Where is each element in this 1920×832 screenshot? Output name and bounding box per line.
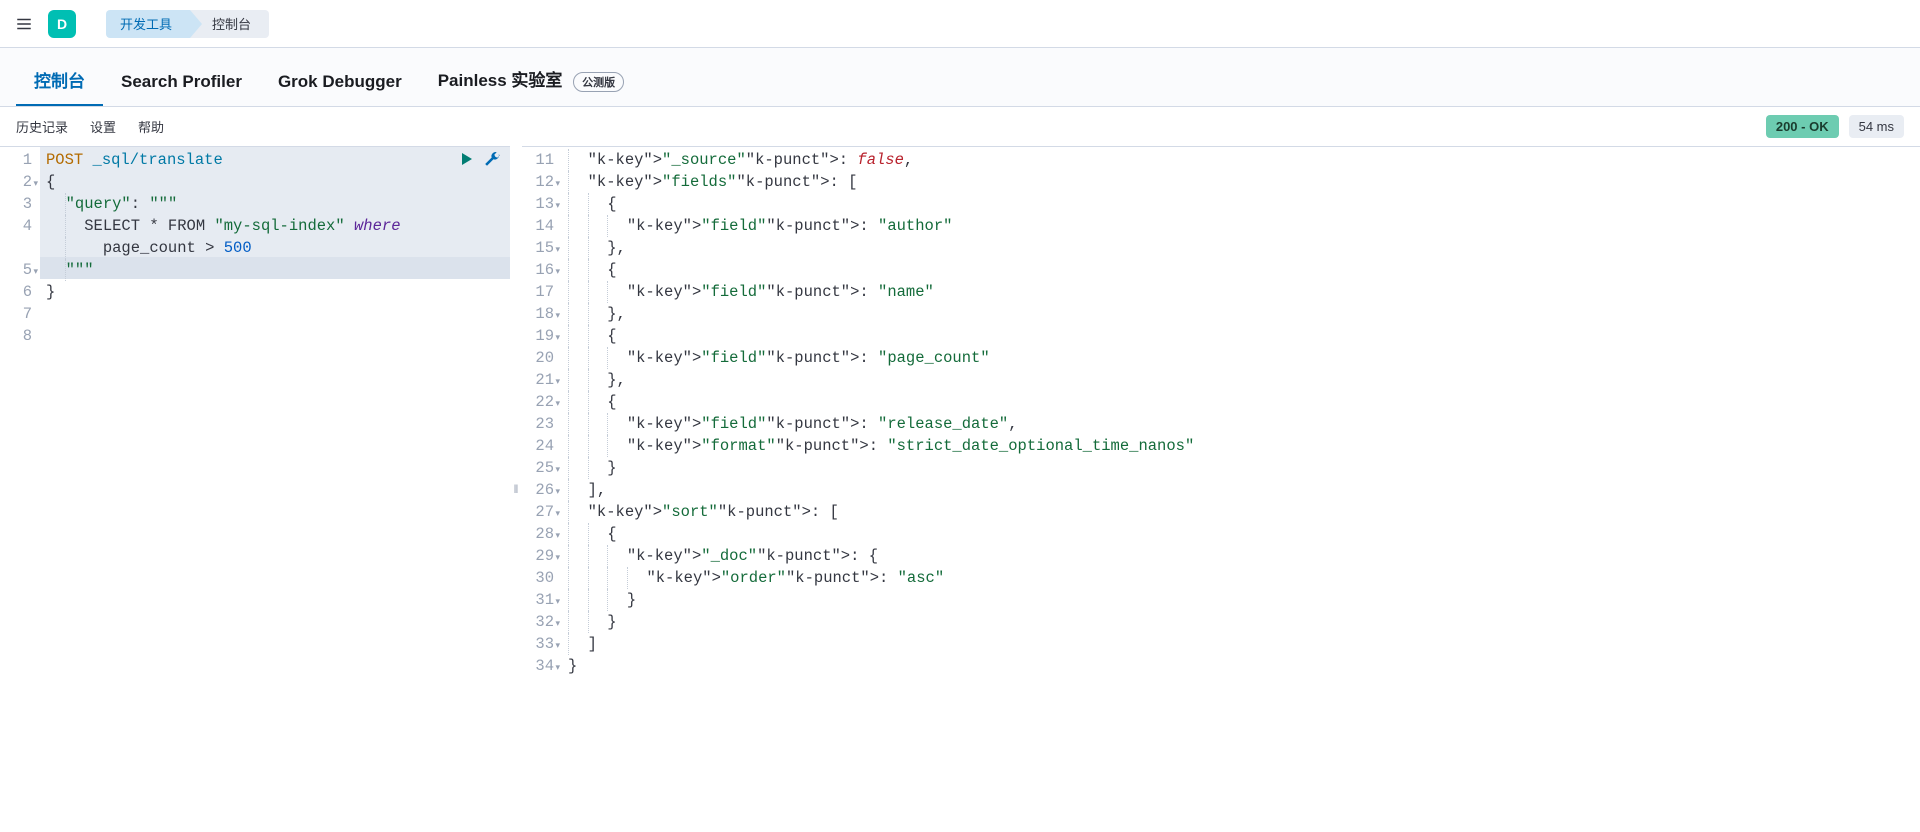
link-history[interactable]: 历史记录 xyxy=(16,117,68,136)
hamburger-icon[interactable] xyxy=(12,12,36,36)
sub-links: 历史记录 设置 帮助 xyxy=(16,117,164,136)
response-code: "k-key">"_source""k-punct">: false, "k-k… xyxy=(562,147,1920,832)
breadcrumb: 开发工具 控制台 xyxy=(106,10,269,38)
editor-actions xyxy=(458,151,500,174)
editor-wrap: 12▾34 5▾678 POST _sql/translate{ "query"… xyxy=(0,146,1920,832)
status-badges: 200 - OK 54 ms xyxy=(1766,115,1904,138)
request-code[interactable]: POST _sql/translate{ "query": """ SELECT… xyxy=(40,147,510,832)
breadcrumb-item-devtools[interactable]: 开发工具 xyxy=(106,10,190,38)
request-editor[interactable]: 12▾34 5▾678 POST _sql/translate{ "query"… xyxy=(0,146,510,832)
status-time-badge: 54 ms xyxy=(1849,115,1904,138)
pane-splitter[interactable]: ‖ xyxy=(510,146,522,832)
play-icon[interactable] xyxy=(458,151,474,174)
request-gutter: 12▾34 5▾678 xyxy=(0,147,40,832)
tab-grok-debugger[interactable]: Grok Debugger xyxy=(260,54,420,106)
topbar: D 开发工具 控制台 xyxy=(0,0,1920,48)
tab-painless-lab[interactable]: Painless 实验室 公测版 xyxy=(420,48,642,106)
link-help[interactable]: 帮助 xyxy=(138,117,164,136)
space-logo-letter: D xyxy=(57,16,67,32)
console-subrow: 历史记录 设置 帮助 200 - OK 54 ms xyxy=(0,107,1920,146)
response-editor[interactable]: 1112▾13▾1415▾16▾1718▾19▾2021▾22▾232425▾2… xyxy=(522,146,1920,832)
wrench-icon[interactable] xyxy=(484,151,500,174)
space-logo[interactable]: D xyxy=(48,10,76,38)
link-settings[interactable]: 设置 xyxy=(90,117,116,136)
tab-console[interactable]: 控制台 xyxy=(16,49,103,106)
beta-badge: 公测版 xyxy=(573,72,624,92)
tab-search-profiler[interactable]: Search Profiler xyxy=(103,54,260,106)
response-gutter: 1112▾13▾1415▾16▾1718▾19▾2021▾22▾232425▾2… xyxy=(522,147,562,832)
tabs-row: 控制台 Search Profiler Grok Debugger Painle… xyxy=(0,48,1920,107)
status-ok-badge: 200 - OK xyxy=(1766,115,1839,138)
